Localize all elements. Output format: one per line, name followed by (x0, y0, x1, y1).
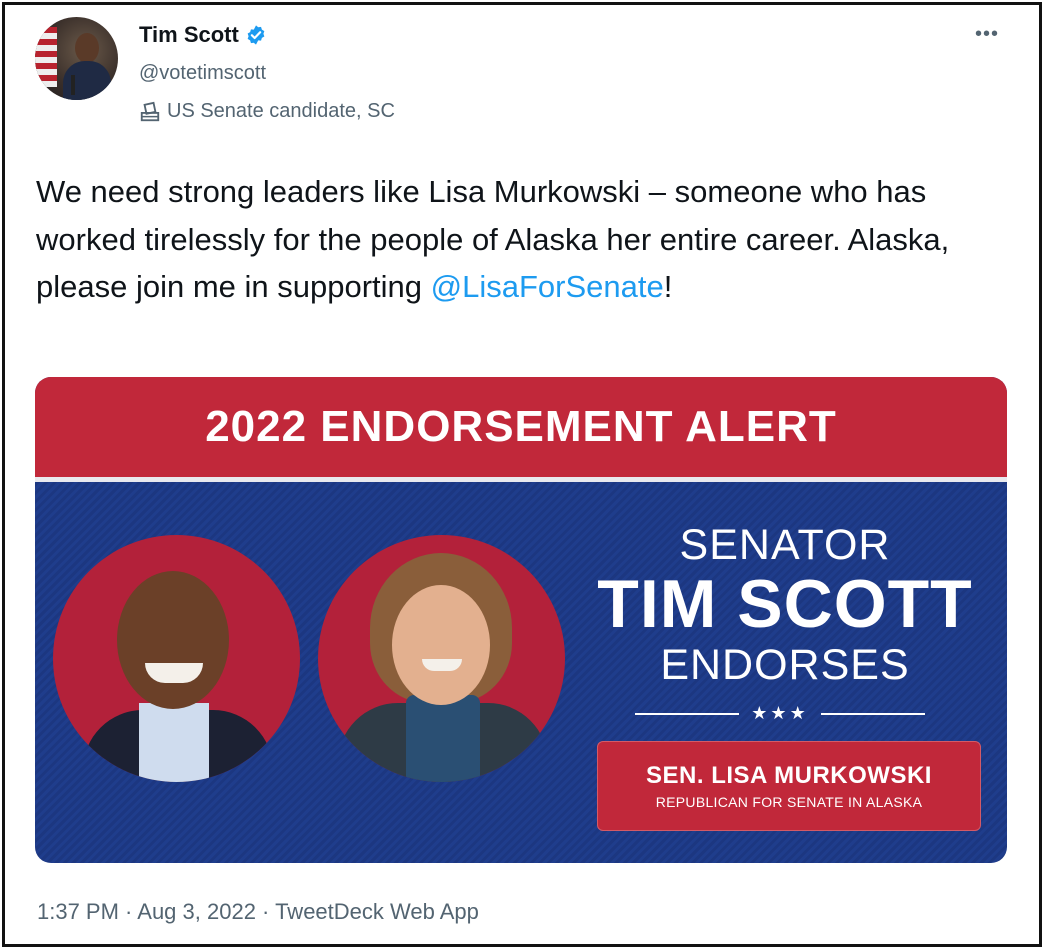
endorsee-name: SEN. LISA MURKOWSKI (646, 762, 932, 789)
stars-divider: ★★★ (635, 703, 926, 724)
ballot-box-icon (140, 101, 160, 121)
avatar-head (75, 33, 99, 63)
banner-stripe (35, 477, 1007, 482)
tweet-text: We need strong leaders like Lisa Murkows… (36, 168, 1021, 311)
portrait-shirt (139, 703, 209, 782)
tweet-timestamp[interactable]: 1:37 PM · Aug 3, 2022 · TweetDeck Web Ap… (37, 899, 479, 925)
card-banner: 2022 ENDORSEMENT ALERT (35, 377, 1007, 477)
microphone-graphic (71, 75, 75, 95)
banner-title: 2022 ENDORSEMENT ALERT (205, 402, 837, 451)
more-options-icon[interactable]: ••• (975, 23, 999, 46)
author-name-row: Tim Scott (139, 22, 267, 48)
flag-graphic (35, 27, 57, 87)
mention-link[interactable]: @LisaForSenate (431, 269, 664, 304)
portrait-smile (422, 659, 462, 671)
portrait-collar (406, 695, 480, 782)
portrait-head (392, 585, 490, 705)
portrait-head (117, 571, 229, 709)
tweet-end: ! (663, 269, 673, 304)
card-line-name: TIM SCOTT (597, 566, 973, 642)
verified-badge-icon (247, 25, 265, 45)
author-name[interactable]: Tim Scott (139, 22, 239, 48)
endorsee-box: SEN. LISA MURKOWSKI REPUBLICAN FOR SENAT… (597, 741, 981, 831)
card-line-endorses: ENDORSES (660, 641, 910, 689)
stars-icon: ★★★ (751, 703, 809, 723)
endorsee-subtitle: REPUBLICAN FOR SENATE IN ALASKA (655, 794, 923, 810)
author-label-row: US Senate candidate, SC (139, 100, 395, 123)
divider-line-right (820, 712, 926, 715)
author-handle[interactable]: @votetimscott (139, 62, 266, 85)
author-avatar[interactable] (35, 17, 118, 100)
media-card[interactable]: 2022 ENDORSEMENT ALERT SENATOR TIM SCOTT… (35, 377, 1007, 863)
card-line-senator: SENATOR (679, 521, 891, 569)
portrait-tim-scott (53, 535, 300, 782)
author-label: US Senate candidate, SC (167, 100, 395, 122)
tweet-frame: Tim Scott @votetimscott US Senate candid… (2, 2, 1042, 947)
divider-line-left (635, 712, 740, 715)
portrait-lisa-murkowski (318, 535, 565, 782)
